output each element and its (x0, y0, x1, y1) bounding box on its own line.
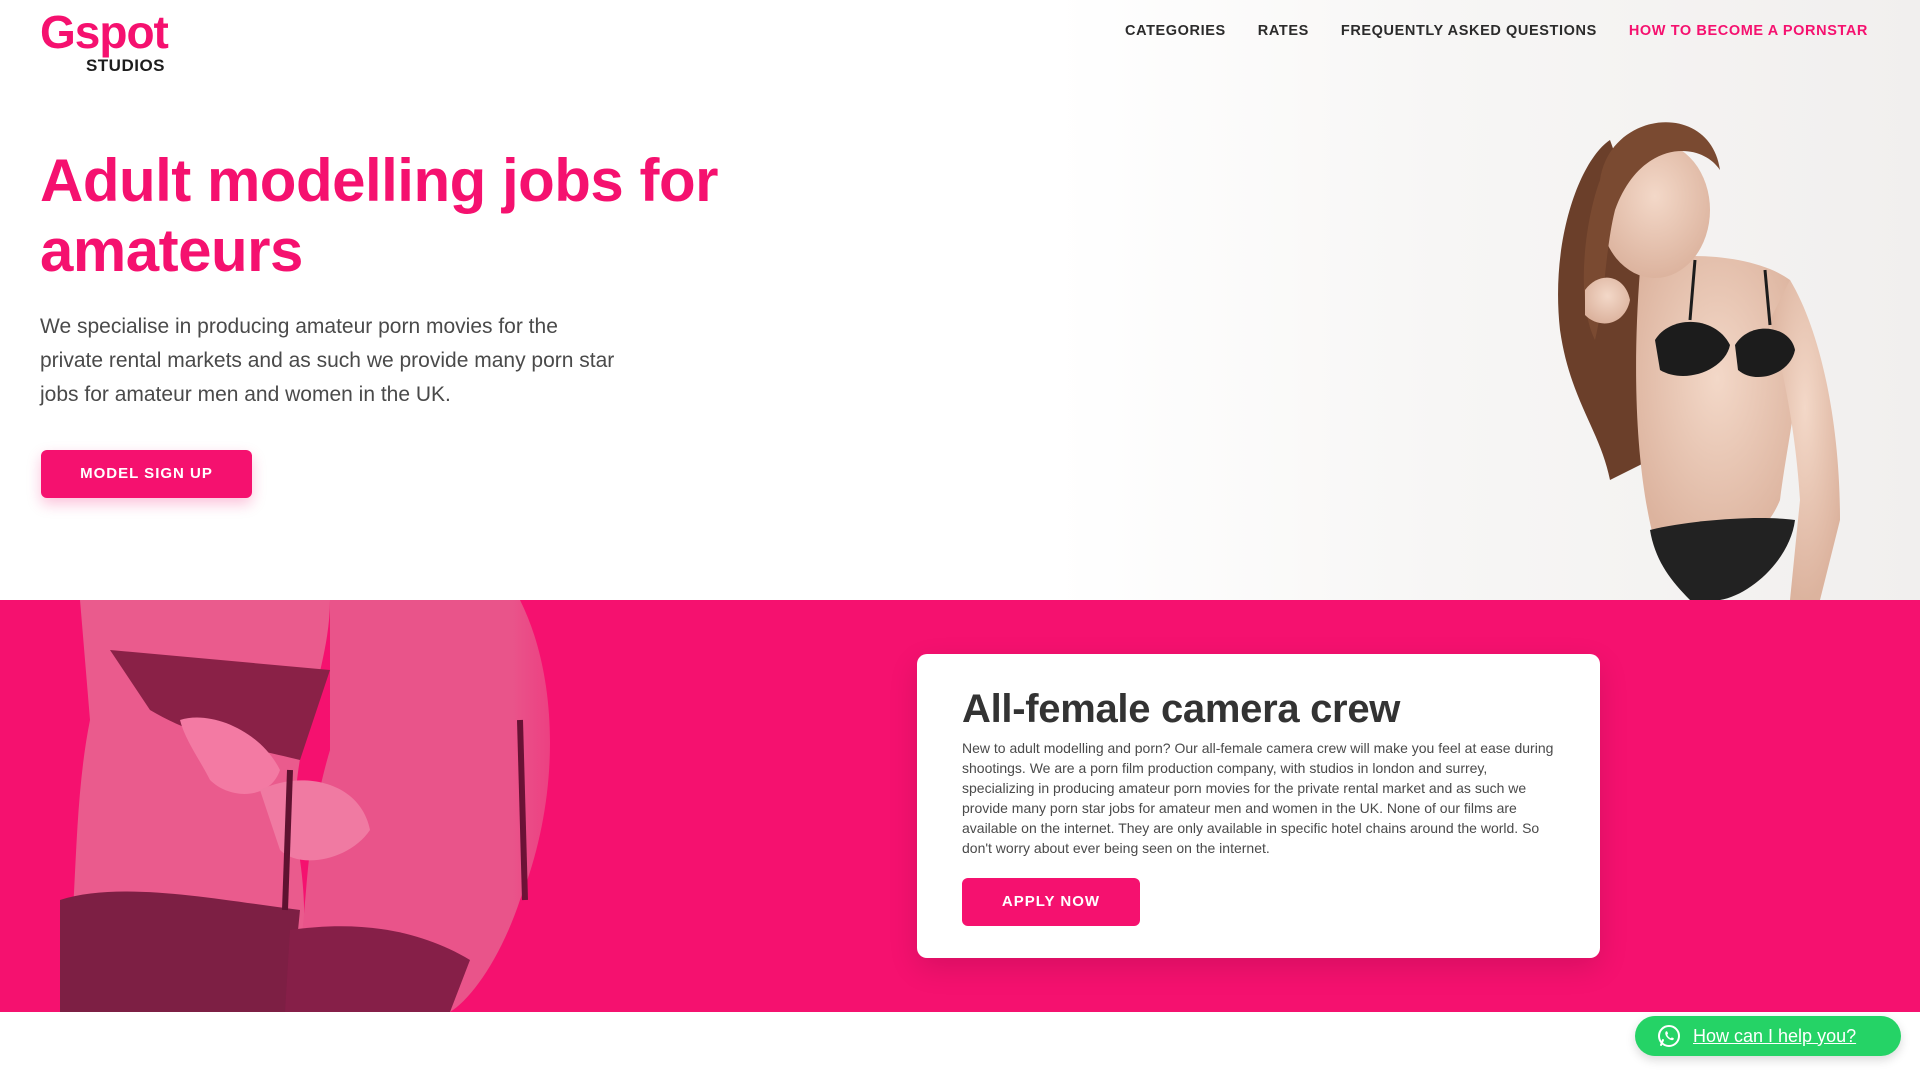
site-logo[interactable]: Gspot STUDIOS (40, 6, 170, 76)
logo-name: Gspot (40, 6, 169, 58)
site-header: Gspot STUDIOS CATEGORIES RATES FREQUENTL… (0, 0, 1920, 90)
crew-description: New to adult modelling and porn? Our all… (962, 740, 1554, 856)
nav-how-to-become-a-pornstar[interactable]: HOW TO BECOME A PORNSTAR (1613, 18, 1884, 44)
crew-card: All-female camera crew New to adult mode… (917, 654, 1600, 958)
whatsapp-chat-button[interactable]: How can I help you? (1635, 1016, 1901, 1056)
nav-rates[interactable]: RATES (1242, 18, 1325, 44)
main-nav: CATEGORIES RATES FREQUENTLY ASKED QUESTI… (1109, 18, 1884, 44)
nav-faq[interactable]: FREQUENTLY ASKED QUESTIONS (1325, 18, 1613, 44)
model-photo (1558, 122, 1840, 600)
crew-section: All-female camera crew New to adult mode… (0, 600, 1920, 1012)
apply-now-button[interactable]: APPLY NOW (962, 878, 1140, 926)
hero-section: Adult modelling jobs for amateurs We spe… (0, 0, 1920, 600)
crew-title: All-female camera crew (962, 687, 1401, 731)
hero-description: We specialise in producing amateur porn … (40, 315, 615, 406)
chat-label: How can I help you? (1693, 1025, 1857, 1046)
whatsapp-icon (1658, 1025, 1680, 1047)
model-sign-up-button[interactable]: MODEL SIGN UP (41, 450, 252, 498)
logo-subtitle: STUDIOS (85, 56, 165, 75)
hero-title: Adult modelling jobs for amateurs (40, 147, 718, 284)
lingerie-photo (0, 600, 640, 1012)
nav-categories[interactable]: CATEGORIES (1109, 18, 1242, 44)
